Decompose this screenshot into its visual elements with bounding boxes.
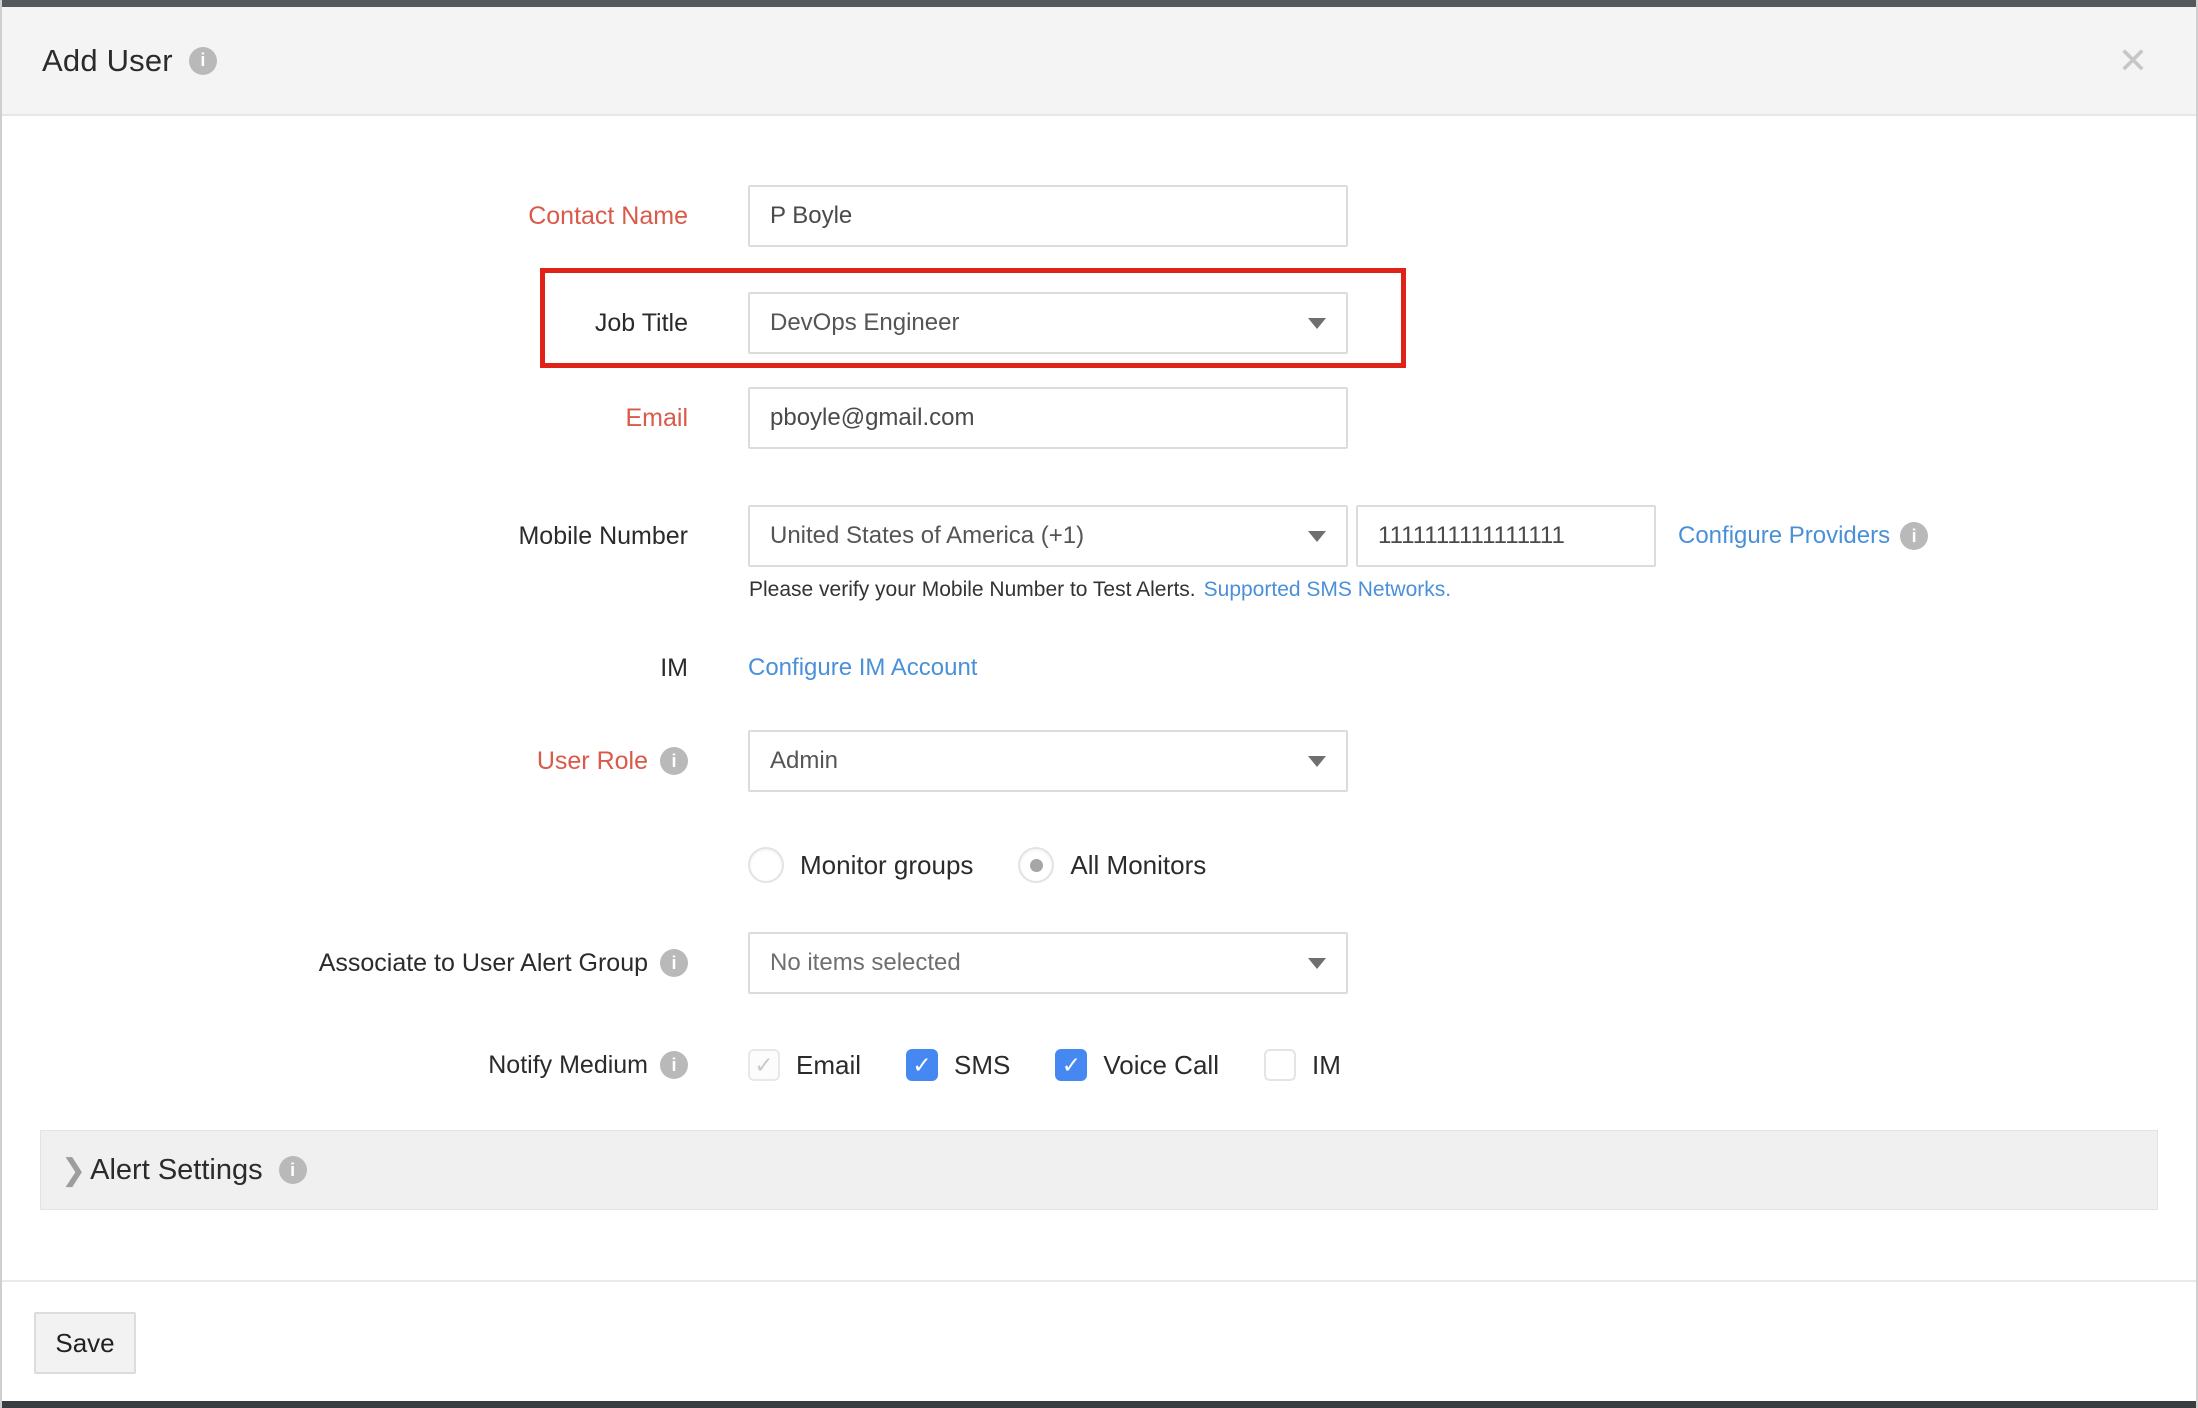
im-label: IM: [2, 654, 688, 683]
monitor-scope-row: Monitor groups All Monitors: [2, 847, 2196, 883]
checkbox-voice-call-label: Voice Call: [1103, 1050, 1219, 1081]
radio-all-monitors-label: All Monitors: [1070, 850, 1206, 881]
radio-icon[interactable]: [748, 847, 784, 883]
checkbox-icon[interactable]: [748, 1049, 780, 1081]
job-title-row: Job Title DevOps Engineer: [2, 292, 2196, 354]
configure-im-account-link[interactable]: Configure IM Account: [748, 654, 977, 682]
radio-icon[interactable]: [1018, 847, 1054, 883]
im-row: IM Configure IM Account: [2, 652, 2196, 684]
email-label: Email: [2, 404, 688, 433]
user-role-label-text: User Role: [537, 747, 648, 776]
chevron-down-icon: [1308, 756, 1326, 767]
alert-settings-title: Alert Settings: [90, 1154, 262, 1187]
mobile-helper-message: Please verify your Mobile Number to Test…: [749, 578, 1196, 602]
window-top-edge: [2, 0, 2196, 7]
info-icon[interactable]: i: [660, 747, 688, 775]
footer-divider: [2, 1280, 2196, 1282]
user-role-row: User Role i Admin: [2, 730, 2196, 792]
checkbox-icon[interactable]: [1055, 1049, 1087, 1081]
country-code-select[interactable]: United States of America (+1): [748, 505, 1348, 567]
alert-group-row: Associate to User Alert Group i No items…: [2, 932, 2196, 994]
radio-monitor-groups-label: Monitor groups: [800, 850, 973, 881]
checkbox-email[interactable]: Email: [748, 1049, 861, 1081]
notify-medium-label: Notify Medium i: [2, 1051, 688, 1080]
alert-group-value: No items selected: [770, 949, 961, 977]
contact-name-label: Contact Name: [2, 202, 688, 231]
mobile-number-label: Mobile Number: [2, 522, 688, 551]
job-title-label: Job Title: [2, 309, 688, 338]
chevron-down-icon: [1308, 531, 1326, 542]
checkbox-icon[interactable]: [906, 1049, 938, 1081]
alert-group-select[interactable]: No items selected: [748, 932, 1348, 994]
info-icon[interactable]: i: [1900, 522, 1928, 550]
configure-providers-link[interactable]: Configure Providers: [1678, 522, 1890, 550]
mobile-number-input[interactable]: [1356, 505, 1656, 567]
mobile-helper-text: Please verify your Mobile Number to Test…: [749, 578, 1451, 602]
checkbox-sms-label: SMS: [954, 1050, 1010, 1081]
save-button[interactable]: Save: [34, 1312, 136, 1374]
checkbox-im[interactable]: IM: [1264, 1049, 1341, 1081]
chevron-down-icon: [1308, 958, 1326, 969]
user-role-label: User Role i: [2, 747, 688, 776]
info-icon[interactable]: i: [660, 1051, 688, 1079]
user-role-value: Admin: [770, 747, 838, 775]
notify-medium-label-text: Notify Medium: [488, 1051, 648, 1080]
notify-medium-row: Notify Medium i Email SMS Voice Call IM: [2, 1047, 2196, 1083]
contact-name-input[interactable]: [748, 185, 1348, 247]
checkbox-voice-call[interactable]: Voice Call: [1055, 1049, 1219, 1081]
checkbox-sms[interactable]: SMS: [906, 1049, 1010, 1081]
chevron-right-icon: ❯: [61, 1153, 86, 1188]
email-field[interactable]: [748, 387, 1348, 449]
info-icon[interactable]: i: [279, 1156, 307, 1184]
alert-settings-section[interactable]: ❯ Alert Settings i: [40, 1130, 2158, 1210]
checkbox-im-label: IM: [1312, 1050, 1341, 1081]
checkbox-email-label: Email: [796, 1050, 861, 1081]
contact-name-row: Contact Name: [2, 185, 2196, 247]
window-bottom-edge: [2, 1401, 2196, 1408]
country-code-value: United States of America (+1): [770, 522, 1084, 550]
alert-group-label: Associate to User Alert Group i: [2, 949, 688, 978]
user-role-select[interactable]: Admin: [748, 730, 1348, 792]
checkbox-icon[interactable]: [1264, 1049, 1296, 1081]
job-title-select[interactable]: DevOps Engineer: [748, 292, 1348, 354]
info-icon[interactable]: i: [660, 949, 688, 977]
page-title: Add User: [42, 43, 173, 79]
modal-header: Add User i ✕: [2, 7, 2196, 116]
email-row: Email: [2, 387, 2196, 449]
job-title-value: DevOps Engineer: [770, 309, 959, 337]
alert-group-label-text: Associate to User Alert Group: [319, 949, 648, 978]
close-icon[interactable]: ✕: [2118, 43, 2148, 79]
add-user-modal: Add User i ✕ Contact Name Job Title DevO…: [0, 0, 2198, 1408]
radio-all-monitors[interactable]: All Monitors: [1018, 847, 1206, 883]
info-icon[interactable]: i: [189, 47, 217, 75]
mobile-number-row: Mobile Number United States of America (…: [2, 505, 2196, 567]
radio-monitor-groups[interactable]: Monitor groups: [748, 847, 973, 883]
chevron-down-icon: [1308, 318, 1326, 329]
supported-sms-networks-link[interactable]: Supported SMS Networks.: [1204, 578, 1451, 602]
